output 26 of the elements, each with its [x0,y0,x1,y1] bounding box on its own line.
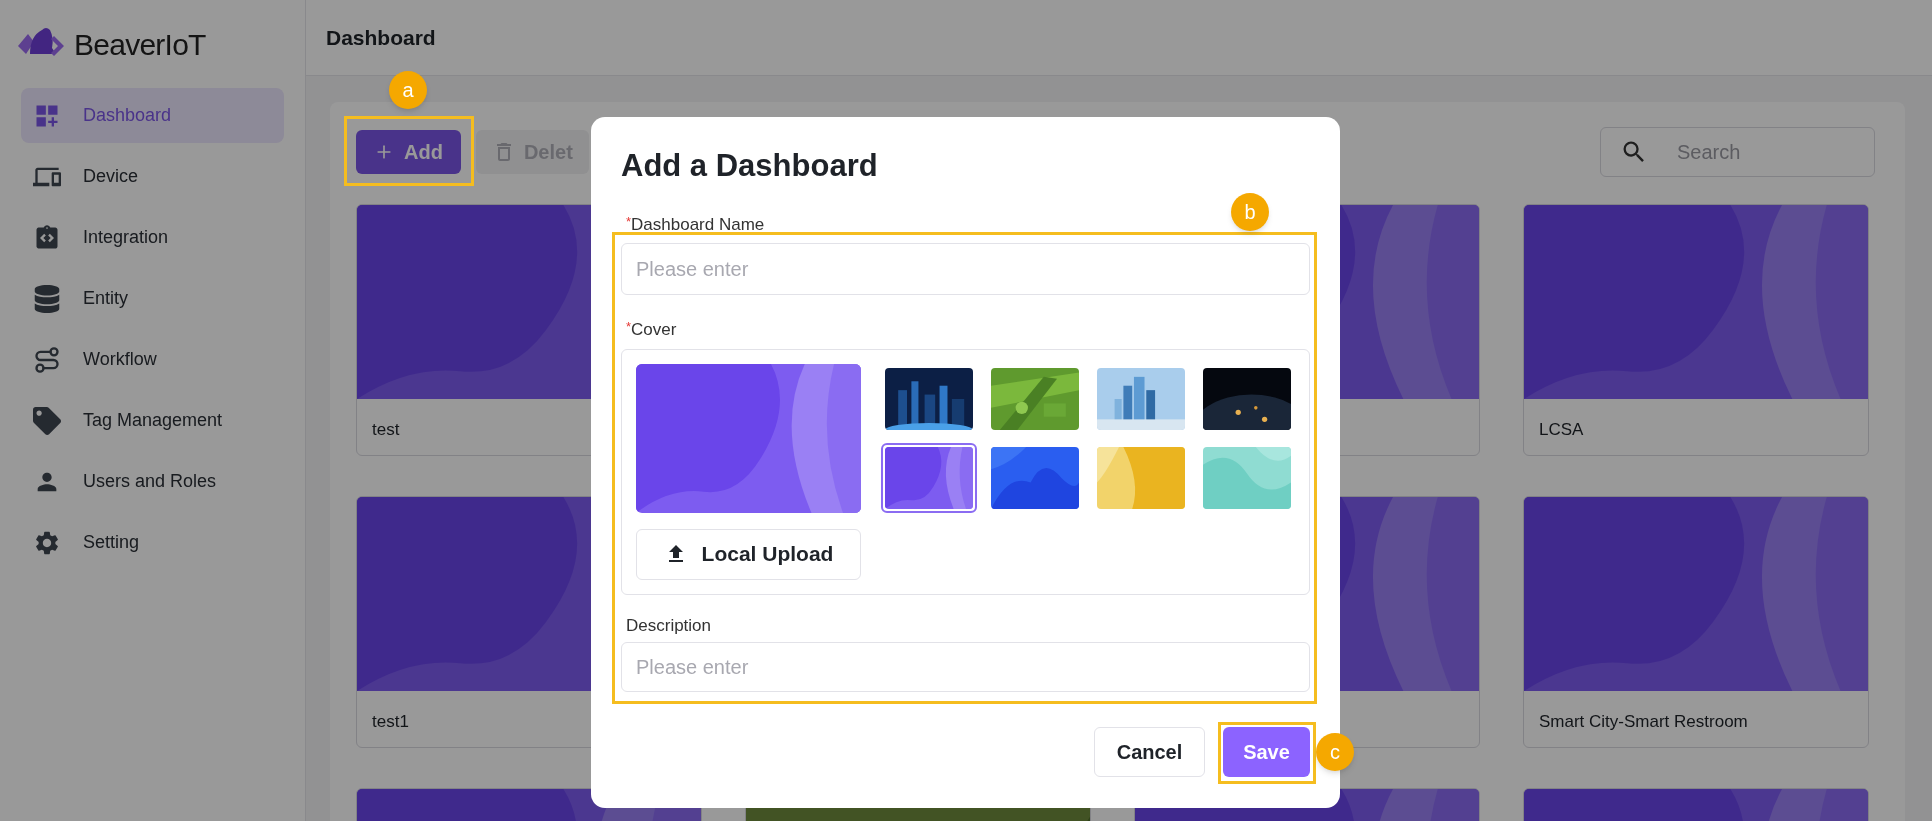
card-title: Smart City-Smart Restroom [1538,711,1749,733]
save-button[interactable]: Save [1223,727,1310,777]
sidebar-item[interactable]: Workflow [21,332,284,387]
sidebar-item[interactable]: Device [21,149,284,204]
card-title: test [371,419,401,441]
add-button[interactable]: Add [356,130,461,174]
sidebar-item[interactable]: Tag Management [21,393,284,448]
card-title: test1 [371,711,410,733]
logo-text: BeaverIoT [74,26,206,63]
nav-icon [33,345,61,374]
page-title: Dashboard [326,24,436,51]
dialog-title: Add a Dashboard [621,147,879,185]
sidebar-item[interactable]: Entity [21,271,284,326]
input-field[interactable]: Please enter [621,243,1310,295]
input-field[interactable]: Please enter [621,642,1310,692]
nav-icon [33,406,61,435]
cancel-button[interactable]: Cancel [1094,727,1205,777]
upload-button[interactable]: Local Upload [636,528,861,580]
dashboard-card[interactable]: LCSA [1523,204,1869,456]
sidebar-item[interactable]: Users and Roles [21,454,284,509]
card-title: LCSA [1538,419,1585,441]
search-field[interactable]: Search [1600,127,1875,177]
nav-icon [33,284,61,313]
dashboard-card[interactable]: Smart City-Smart Restroom [1523,496,1869,748]
sidebar-item[interactable]: Setting [21,515,284,570]
sidebar-item[interactable]: Integration [21,210,284,265]
